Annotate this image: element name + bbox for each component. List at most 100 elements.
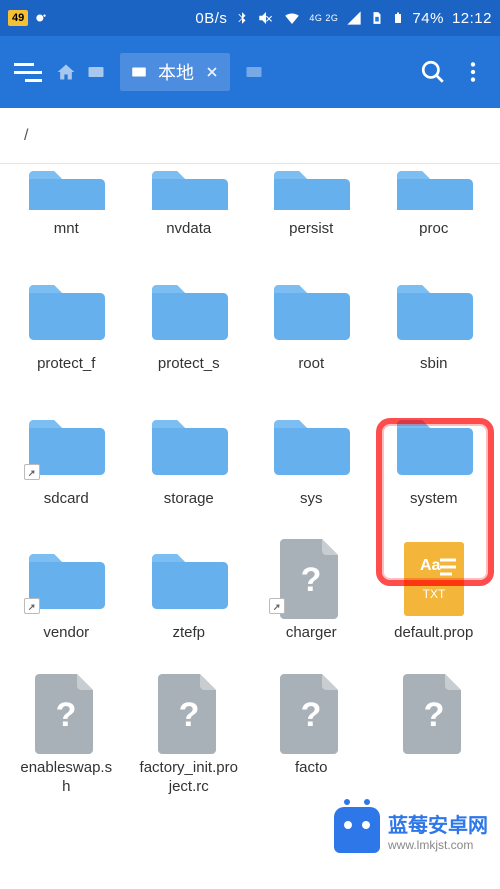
svg-text:?: ? — [301, 696, 322, 734]
shortcut-badge — [269, 598, 285, 614]
folder-icon — [390, 410, 478, 480]
folder-item[interactable]: protect_s — [133, 275, 246, 374]
folder-icon — [267, 164, 355, 210]
svg-text:Aa: Aa — [420, 557, 441, 574]
breadcrumb-path: / — [24, 127, 28, 145]
item-label: protect_f — [37, 355, 95, 374]
status-right: 0B/s 4G 2G 74% 12:12 — [195, 9, 492, 27]
watermark-icon — [334, 807, 380, 853]
folder-item[interactable]: storage — [133, 410, 246, 509]
folder-icon — [390, 164, 478, 210]
item-label: mnt — [54, 220, 79, 239]
item-label: sys — [300, 490, 323, 509]
file-grid: mnt nvdata persist proc protect_f protect_s ro… — [0, 164, 500, 797]
item-label: system — [410, 490, 458, 509]
folder-icon — [22, 544, 110, 614]
item-label: vendor — [43, 624, 89, 643]
storage-icon-dim[interactable] — [244, 62, 264, 82]
item-label: nvdata — [166, 220, 211, 239]
shortcut-badge — [24, 464, 40, 480]
watermark-title: 蓝莓安卓网 — [388, 809, 488, 838]
folder-item[interactable]: sdcard — [10, 410, 123, 509]
tab-label: 本地 — [158, 59, 194, 85]
unknown-icon: ? — [22, 679, 110, 749]
folder-item[interactable]: sys — [255, 410, 368, 509]
item-label: proc — [419, 220, 448, 239]
folder-item[interactable]: root — [255, 275, 368, 374]
net-speed: 0B/s — [195, 10, 227, 27]
folder-item[interactable]: nvdata — [133, 164, 246, 239]
file-item[interactable]: ? charger — [255, 544, 368, 643]
item-label: facto — [295, 759, 328, 778]
txt-icon: Aa TXT — [390, 544, 478, 614]
item-label: sbin — [420, 355, 448, 374]
file-item[interactable]: ? facto — [255, 679, 368, 797]
app-bar: 本地 — [0, 36, 500, 108]
folder-item[interactable]: vendor — [10, 544, 123, 643]
file-item[interactable]: ? factory_init.project.rc — [133, 679, 246, 797]
watermark: 蓝莓安卓网 www.lmkjst.com — [322, 801, 500, 859]
breadcrumb-icons — [56, 62, 106, 82]
file-item[interactable]: ? — [378, 679, 491, 797]
item-label: enableswap.sh — [16, 759, 116, 797]
notification-badge: 49 — [8, 10, 28, 26]
folder-item[interactable]: ztefp — [133, 544, 246, 643]
item-label: ztefp — [172, 624, 205, 643]
battery-icon — [392, 9, 404, 27]
unknown-icon: ? — [145, 679, 233, 749]
file-item[interactable]: Aa TXT default.prop — [378, 544, 491, 643]
folder-item[interactable]: persist — [255, 164, 368, 239]
item-label: root — [298, 355, 324, 374]
item-label: default.prop — [394, 624, 473, 643]
folder-icon — [145, 275, 233, 345]
unknown-icon: ? — [267, 544, 355, 614]
folder-icon — [145, 410, 233, 480]
home-icon[interactable] — [56, 62, 76, 82]
breadcrumb[interactable]: / — [0, 108, 500, 164]
more-icon[interactable] — [460, 59, 486, 85]
folder-icon — [267, 275, 355, 345]
svg-text:?: ? — [56, 696, 77, 734]
item-label: persist — [289, 220, 333, 239]
status-left: 49 — [8, 10, 48, 26]
folder-icon — [267, 410, 355, 480]
shortcut-badge — [24, 598, 40, 614]
mute-icon — [257, 9, 275, 27]
network-gen: 4G 2G — [309, 14, 338, 23]
watermark-url: www.lmkjst.com — [388, 838, 488, 852]
folder-icon — [145, 164, 233, 210]
svg-text:TXT: TXT — [422, 587, 445, 601]
item-label: sdcard — [44, 490, 89, 509]
folder-icon — [22, 164, 110, 210]
folder-icon — [22, 410, 110, 480]
tab-local[interactable]: 本地 — [120, 53, 230, 91]
svg-text:?: ? — [301, 561, 322, 599]
item-label: protect_s — [158, 355, 220, 374]
record-icon — [34, 11, 48, 25]
status-bar: 49 0B/s 4G 2G 74% 12:12 — [0, 0, 500, 36]
unknown-icon: ? — [390, 679, 478, 749]
item-label: storage — [164, 490, 214, 509]
search-icon[interactable] — [420, 59, 446, 85]
folder-icon — [390, 275, 478, 345]
battery-percent: 74% — [412, 10, 444, 27]
signal-icon — [346, 10, 362, 26]
sim-icon — [370, 9, 384, 27]
folder-icon — [145, 544, 233, 614]
folder-item[interactable]: sbin — [378, 275, 491, 374]
wifi-icon — [283, 9, 301, 27]
folder-icon — [22, 275, 110, 345]
storage-icon[interactable] — [86, 62, 106, 82]
svg-text:?: ? — [178, 696, 199, 734]
file-item[interactable]: ? enableswap.sh — [10, 679, 123, 797]
svg-text:?: ? — [423, 696, 444, 734]
folder-item[interactable]: protect_f — [10, 275, 123, 374]
folder-item[interactable]: system — [378, 410, 491, 509]
item-label: charger — [286, 624, 337, 643]
folder-item[interactable]: mnt — [10, 164, 123, 239]
tab-storage-icon — [130, 63, 148, 81]
item-label: factory_init.project.rc — [139, 759, 239, 797]
folder-item[interactable]: proc — [378, 164, 491, 239]
close-icon[interactable] — [204, 64, 220, 80]
menu-button[interactable] — [14, 63, 42, 82]
